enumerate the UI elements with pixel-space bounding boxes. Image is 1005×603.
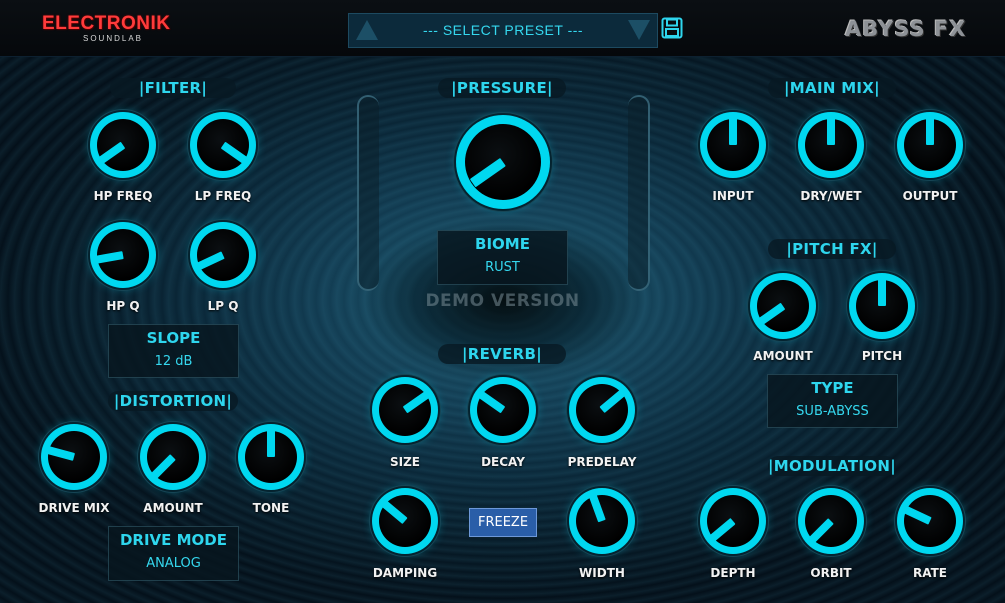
modulation-section-title: |MODULATION|: [768, 456, 896, 476]
hp-q-label: HP Q: [106, 299, 140, 313]
product-name: ABYSS FX: [845, 17, 967, 41]
top-bar: ELECTRONIK SOUNDLAB --- SELECT PRESET --…: [0, 0, 1005, 57]
drive-mode-value[interactable]: ANALOG: [109, 556, 238, 571]
save-icon[interactable]: [661, 17, 683, 39]
dry-wet-knob[interactable]: [798, 112, 864, 178]
preset-selector[interactable]: --- SELECT PRESET ---: [348, 13, 658, 48]
pitch-amount-knob[interactable]: [750, 273, 816, 339]
hp-q-knob[interactable]: [90, 222, 156, 288]
lp-q-knob[interactable]: [190, 222, 256, 288]
type-title: TYPE: [811, 379, 854, 397]
brand-logo: ELECTRONIK SOUNDLAB: [42, 14, 184, 44]
drive-mix-knob[interactable]: [41, 424, 107, 490]
distortion-section-title: |DISTORTION|: [108, 391, 238, 411]
hp-freq-knob[interactable]: [90, 112, 156, 178]
slope-value[interactable]: 12 dB: [109, 354, 238, 369]
tone-label: TONE: [252, 501, 290, 515]
pressure-right-bracket: [628, 95, 650, 291]
dry-wet-label: DRY/WET: [800, 189, 862, 203]
biome-value[interactable]: RUST: [438, 260, 567, 275]
orbit-knob[interactable]: [798, 488, 864, 554]
brand-name: ELECTRONIK: [42, 13, 171, 34]
previous-preset-icon[interactable]: [356, 20, 378, 40]
depth-knob[interactable]: [700, 488, 766, 554]
width-knob[interactable]: [569, 488, 635, 554]
damping-knob[interactable]: [372, 488, 438, 554]
rate-label: RATE: [913, 566, 947, 580]
freeze-button[interactable]: FREEZE: [469, 508, 537, 537]
slope-title: SLOPE: [146, 329, 201, 347]
drive-mode-selector[interactable]: DRIVE MODE ANALOG: [108, 526, 239, 581]
pressure-section-title: |PRESSURE|: [438, 78, 566, 98]
biome-title: BIOME: [475, 235, 530, 253]
type-value[interactable]: SUB-ABYSS: [768, 404, 897, 419]
damping-label: DAMPING: [372, 566, 438, 580]
orbit-label: ORBIT: [810, 566, 852, 580]
decay-label: DECAY: [481, 455, 525, 469]
main-mix-section-title: |MAIN MIX|: [768, 78, 896, 98]
pitch-amount-label: AMOUNT: [753, 349, 813, 363]
tone-knob[interactable]: [238, 424, 304, 490]
size-knob[interactable]: [372, 377, 438, 443]
rate-knob[interactable]: [897, 488, 963, 554]
biome-selector[interactable]: BIOME RUST: [437, 230, 568, 285]
next-preset-icon[interactable]: [628, 20, 650, 40]
pressure-left-bracket: [357, 95, 379, 291]
brand-subtitle: SOUNDLAB: [82, 34, 143, 43]
width-label: WIDTH: [579, 566, 625, 580]
pressure-knob[interactable]: [456, 115, 550, 209]
demo-watermark: DEMO VERSION: [425, 291, 580, 311]
preset-label[interactable]: --- SELECT PRESET ---: [379, 14, 627, 47]
pitch-label: PITCH: [861, 349, 903, 363]
input-knob[interactable]: [700, 112, 766, 178]
pitch-fx-section-title: |PITCH FX|: [768, 239, 896, 259]
distortion-amount-knob[interactable]: [140, 424, 206, 490]
lp-freq-label: LP FREQ: [194, 189, 252, 203]
size-label: SIZE: [389, 455, 420, 469]
reverb-section-title: |REVERB|: [438, 344, 566, 364]
drive-mix-label: DRIVE MIX: [38, 501, 110, 515]
lp-q-label: LP Q: [207, 299, 239, 313]
output-knob[interactable]: [897, 112, 963, 178]
output-label: OUTPUT: [902, 189, 958, 203]
lp-freq-knob[interactable]: [190, 112, 256, 178]
predelay-knob[interactable]: [569, 377, 635, 443]
depth-label: DEPTH: [710, 566, 756, 580]
drive-mode-title: DRIVE MODE: [119, 531, 228, 549]
decay-knob[interactable]: [470, 377, 536, 443]
predelay-label: PREDELAY: [567, 455, 637, 469]
plugin-window: ELECTRONIK SOUNDLAB --- SELECT PRESET --…: [0, 0, 1005, 603]
pitch-knob[interactable]: [849, 273, 915, 339]
filter-section-title: |FILTER|: [110, 78, 236, 98]
distortion-amount-label: AMOUNT: [143, 501, 203, 515]
input-label: INPUT: [712, 189, 754, 203]
hp-freq-label: HP FREQ: [93, 189, 153, 203]
slope-selector[interactable]: SLOPE 12 dB: [108, 324, 239, 378]
type-selector[interactable]: TYPE SUB-ABYSS: [767, 374, 898, 428]
